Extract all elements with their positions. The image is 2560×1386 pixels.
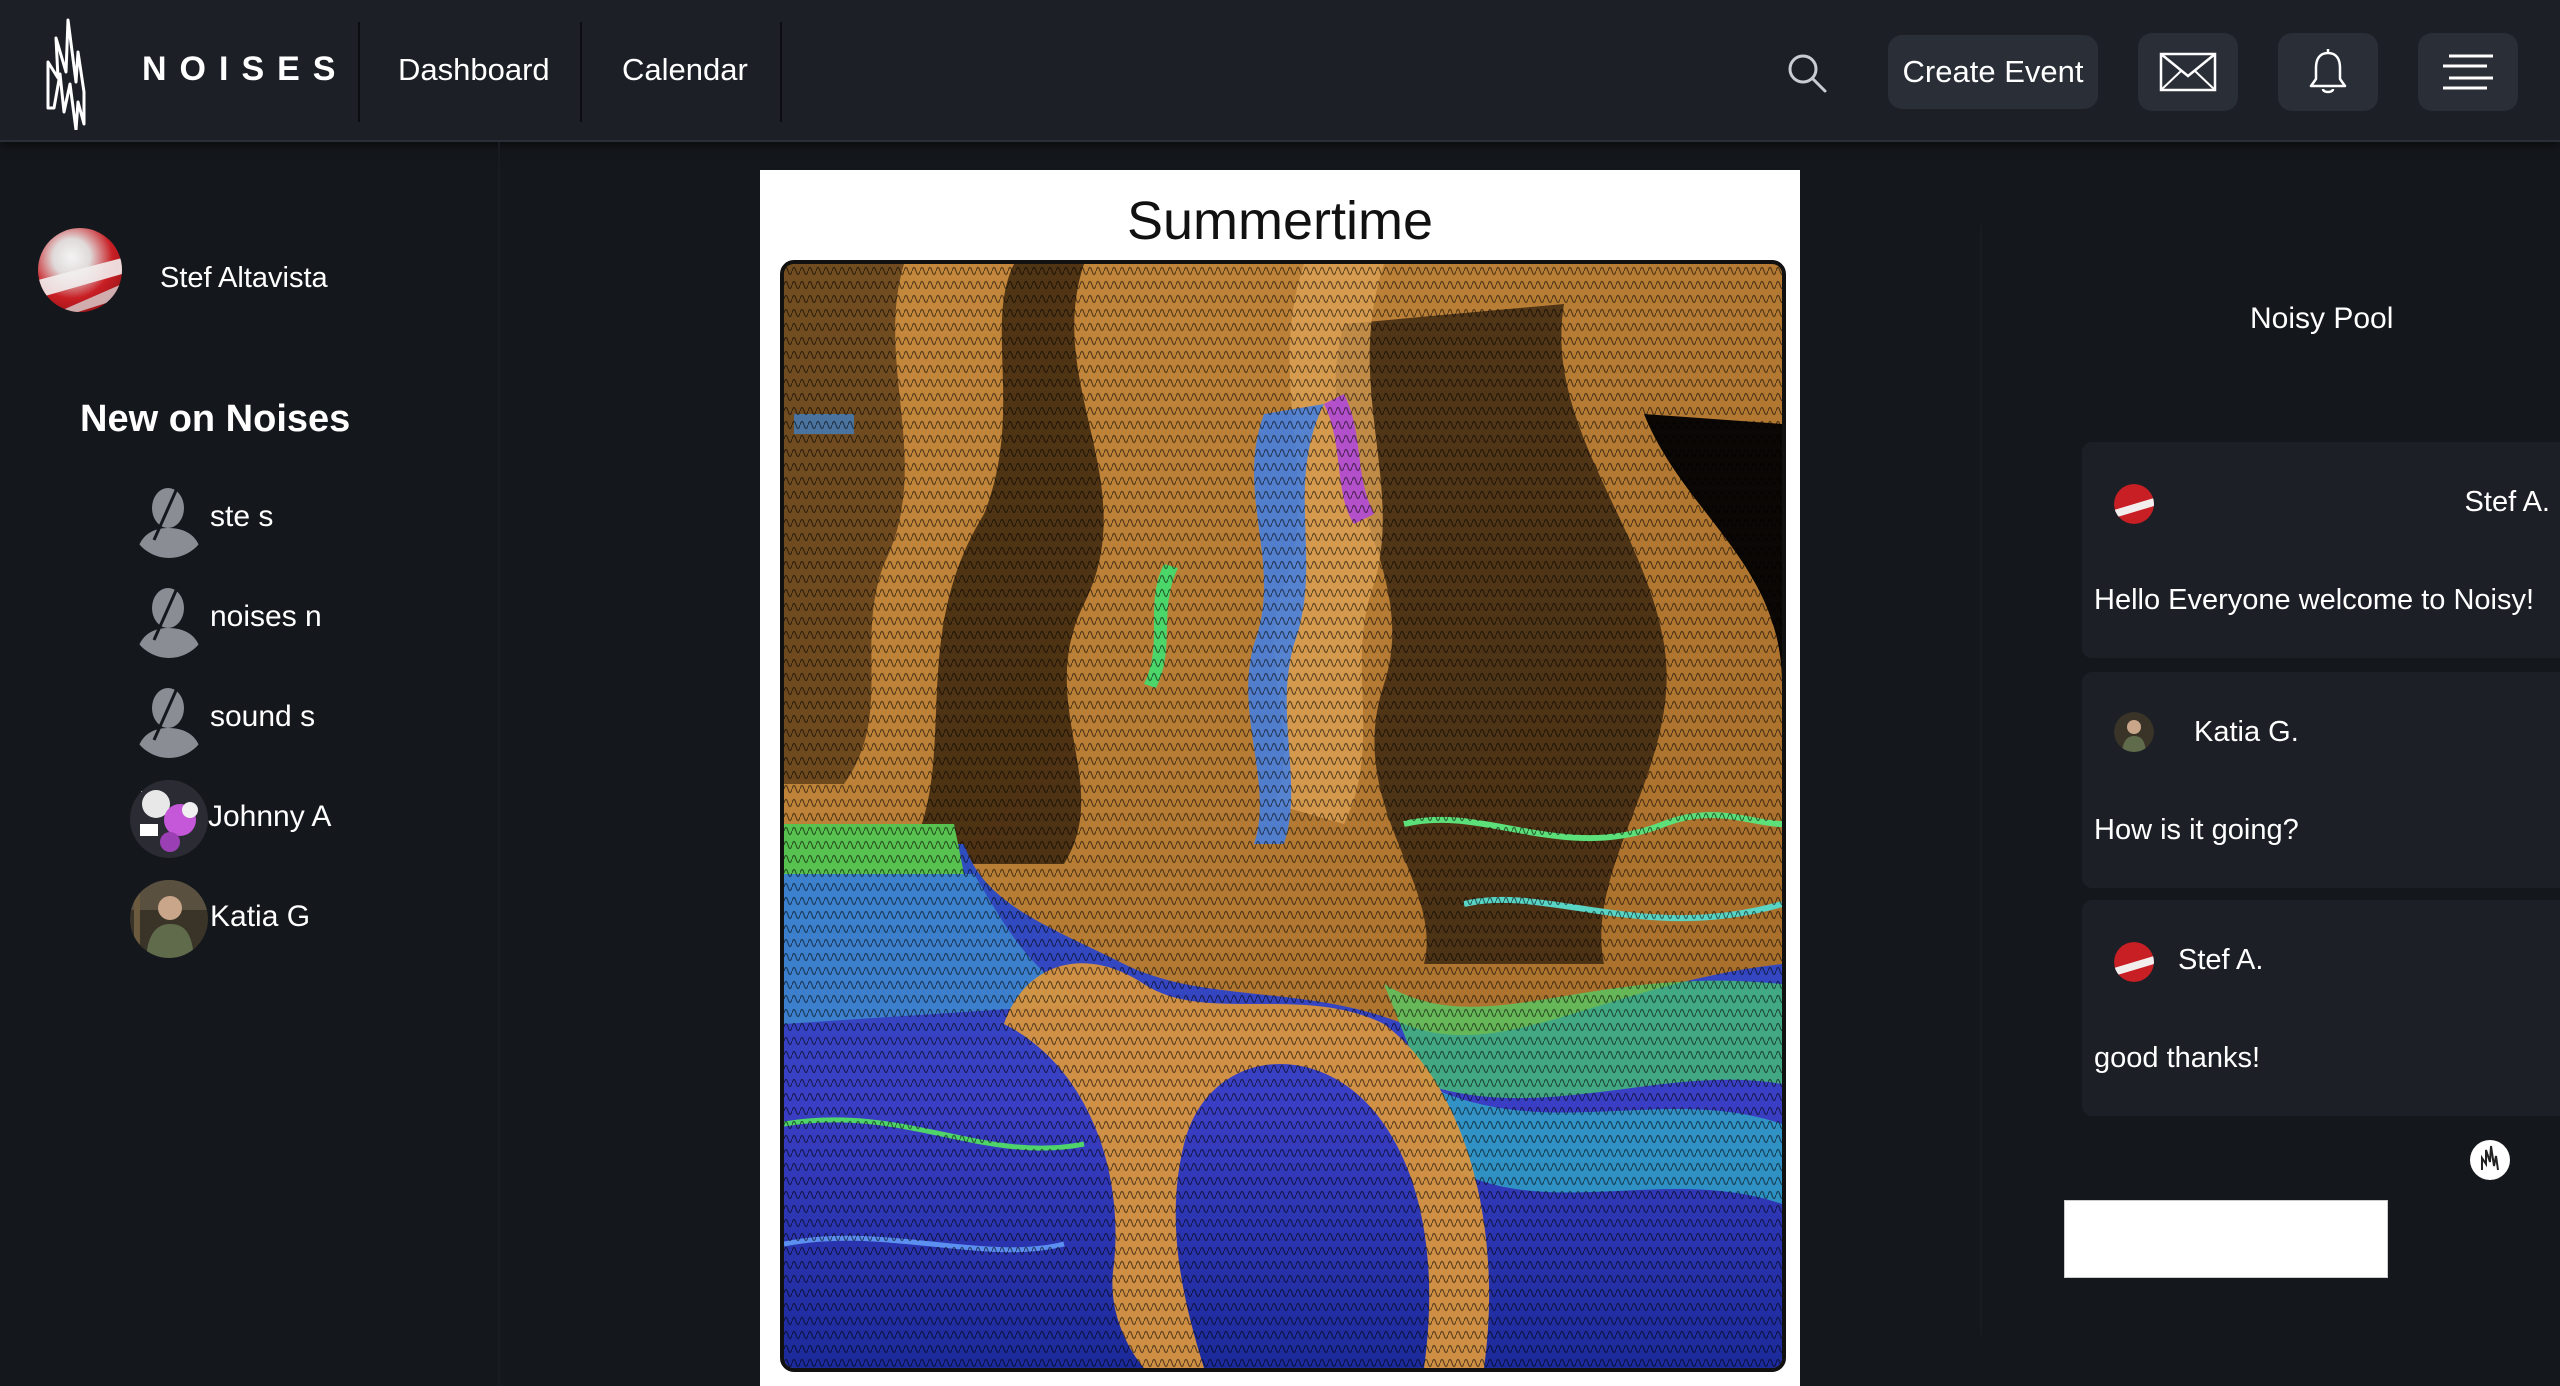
member-avatar [130,880,208,958]
nav-divider [780,22,782,122]
create-event-button[interactable]: Create Event [1888,35,2098,109]
message-avatar[interactable] [2114,942,2154,982]
messages-button[interactable] [2138,33,2238,111]
member-name: noises n [210,600,322,633]
member-item[interactable]: Katia G [130,880,430,958]
message-author: Stef A. [2464,486,2550,518]
chat-message: Stef A. Hello Everyone welcome to Noisy! [2082,442,2560,658]
user-avatar[interactable] [38,228,122,312]
user-avatar-art [38,258,122,312]
artwork-graphic [784,264,1782,1368]
message-author: Katia G. [2194,716,2299,748]
envelope-icon [2159,52,2217,92]
post-title: Summertime [1126,191,1434,251]
noises-logo-icon[interactable] [44,12,96,130]
message-text: good thanks! [2094,1042,2261,1074]
default-avatar-icon [130,680,208,758]
post-artwork-image[interactable] [780,260,1786,1372]
send-logo-icon[interactable] [2470,1140,2510,1180]
chat-message-input[interactable] [2064,1200,2388,1278]
member-item[interactable]: ste s [130,480,430,558]
message-avatar[interactable] [2114,484,2154,524]
member-name: sound s [210,700,316,733]
menu-button[interactable] [2418,33,2518,111]
nav-divider [358,22,360,122]
chat-message: Katia G. How is it going? [2082,672,2560,888]
nav-dashboard-link[interactable]: Dashboard [398,52,550,88]
post-card[interactable]: Summertime [760,170,1800,1386]
chat-room-title: Noisy Pool [2250,302,2394,335]
member-name: ste s [210,500,274,533]
nav-calendar-link[interactable]: Calendar [622,52,748,88]
notifications-button[interactable] [2278,33,2378,111]
member-avatar [130,780,208,858]
user-name[interactable]: Stef Altavista [160,262,328,295]
message-text: Hello Everyone welcome to Noisy! [2094,584,2535,616]
bell-icon [2309,49,2347,94]
message-text: How is it going? [2094,814,2299,846]
message-avatar[interactable] [2114,712,2154,752]
nav-divider [580,22,582,122]
default-avatar-icon [130,580,208,658]
member-name: Johnny A [208,800,332,833]
top-navigation-bar: NOISES Dashboard Calendar Create Event [0,0,2560,142]
brand-name[interactable]: NOISES [142,50,348,89]
member-item[interactable]: Johnny A [130,780,430,858]
chat-message: Stef A. good thanks! [2082,900,2560,1116]
message-author: Stef A. [2178,944,2264,976]
hamburger-menu-icon [2443,54,2493,90]
left-sidebar [0,142,500,1386]
search-icon[interactable] [1786,52,1828,94]
new-on-noises-heading: New on Noises [80,398,351,440]
member-item[interactable]: noises n [130,580,430,658]
member-item[interactable]: sound s [130,680,430,758]
member-name: Katia G [210,900,311,933]
default-avatar-icon [130,480,208,558]
